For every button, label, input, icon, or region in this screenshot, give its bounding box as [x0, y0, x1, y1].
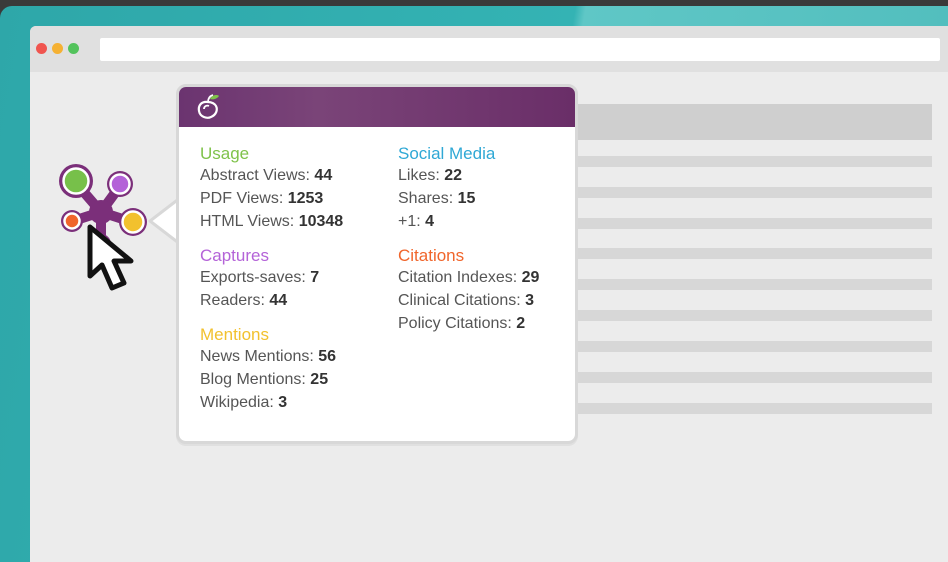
metric-label: Wikipedia: — [200, 394, 274, 411]
mentions-title: Mentions — [200, 325, 269, 344]
metric-row: Blog Mentions: 25 — [200, 368, 343, 391]
text-line-placeholder — [570, 187, 932, 198]
popup-header — [179, 87, 575, 127]
text-line-placeholder — [570, 279, 932, 290]
mentions-section: Mentions News Mentions: 56 Blog Mentions… — [200, 324, 343, 414]
browser-titlebar — [30, 26, 948, 72]
metric-label: Blog Mentions: — [200, 371, 306, 388]
metric-row: Policy Citations: 2 — [398, 312, 539, 335]
metrics-left-column: Usage Abstract Views: 44 PDF Views: 1253… — [200, 143, 343, 426]
metric-label: News Mentions: — [200, 348, 314, 365]
metric-label: Exports-saves: — [200, 269, 306, 286]
metric-value: 44 — [269, 292, 288, 309]
metric-value: 7 — [310, 269, 320, 286]
page-heading-placeholder — [570, 104, 932, 140]
citations-section: Citations Citation Indexes: 29 Clinical … — [398, 245, 539, 335]
metric-label: Abstract Views: — [200, 167, 310, 184]
citations-title: Citations — [398, 246, 465, 265]
text-line-placeholder — [570, 372, 932, 383]
metric-value: 10348 — [298, 213, 344, 230]
metric-label: HTML Views: — [200, 213, 295, 230]
metric-label: +1: — [398, 213, 421, 230]
metric-value: 3 — [278, 394, 288, 411]
metric-row: Wikipedia: 3 — [200, 391, 343, 414]
metric-value: 1253 — [287, 190, 324, 207]
metric-label: Citation Indexes: — [398, 269, 518, 286]
metric-value: 15 — [457, 190, 476, 207]
metric-value: 44 — [314, 167, 333, 184]
metric-label: Policy Citations: — [398, 315, 512, 332]
social-media-title: Social Media — [398, 144, 496, 163]
metric-value: 25 — [310, 371, 329, 388]
metric-label: PDF Views: — [200, 190, 284, 207]
close-window-button[interactable] — [36, 43, 47, 54]
metric-label: Shares: — [398, 190, 454, 207]
metric-value: 3 — [525, 292, 535, 309]
text-line-placeholder — [570, 248, 932, 259]
metric-row: Readers: 44 — [200, 289, 343, 312]
metric-row: Citation Indexes: 29 — [398, 266, 539, 289]
text-line-placeholder — [570, 403, 932, 414]
metric-label: Clinical Citations: — [398, 292, 521, 309]
metric-row: HTML Views: 10348 — [200, 210, 343, 233]
metrics-popup: Usage Abstract Views: 44 PDF Views: 1253… — [176, 84, 578, 444]
text-line-placeholder — [570, 310, 932, 321]
metric-row: News Mentions: 56 — [200, 345, 343, 368]
mouse-pointer-icon — [87, 224, 134, 291]
text-line-placeholder — [570, 156, 932, 167]
metric-row: Clinical Citations: 3 — [398, 289, 539, 312]
metric-value: 4 — [425, 213, 435, 230]
text-line-placeholder — [570, 341, 932, 352]
metric-row: Likes: 22 — [398, 164, 539, 187]
usage-title: Usage — [200, 144, 250, 163]
address-bar[interactable] — [100, 38, 940, 61]
metric-value: 2 — [516, 315, 526, 332]
minimize-window-button[interactable] — [52, 43, 63, 54]
metric-label: Likes: — [398, 167, 440, 184]
metric-row: Abstract Views: 44 — [200, 164, 343, 187]
metric-value: 56 — [318, 348, 337, 365]
plum-logo-icon — [197, 94, 219, 119]
captures-section: Captures Exports-saves: 7 Readers: 44 — [200, 245, 343, 312]
usage-section: Usage Abstract Views: 44 PDF Views: 1253… — [200, 143, 343, 233]
metric-row: Shares: 15 — [398, 187, 539, 210]
metric-value: 22 — [444, 167, 463, 184]
metric-label: Readers: — [200, 292, 265, 309]
maximize-window-button[interactable] — [68, 43, 79, 54]
metric-row: +1: 4 — [398, 210, 539, 233]
captures-title: Captures — [200, 246, 269, 265]
metrics-right-column: Social Media Likes: 22 Shares: 15 +1: 4 … — [398, 143, 539, 347]
metric-value: 29 — [521, 269, 540, 286]
metric-row: Exports-saves: 7 — [200, 266, 343, 289]
metric-row: PDF Views: 1253 — [200, 187, 343, 210]
text-line-placeholder — [570, 218, 932, 229]
social-media-section: Social Media Likes: 22 Shares: 15 +1: 4 — [398, 143, 539, 233]
